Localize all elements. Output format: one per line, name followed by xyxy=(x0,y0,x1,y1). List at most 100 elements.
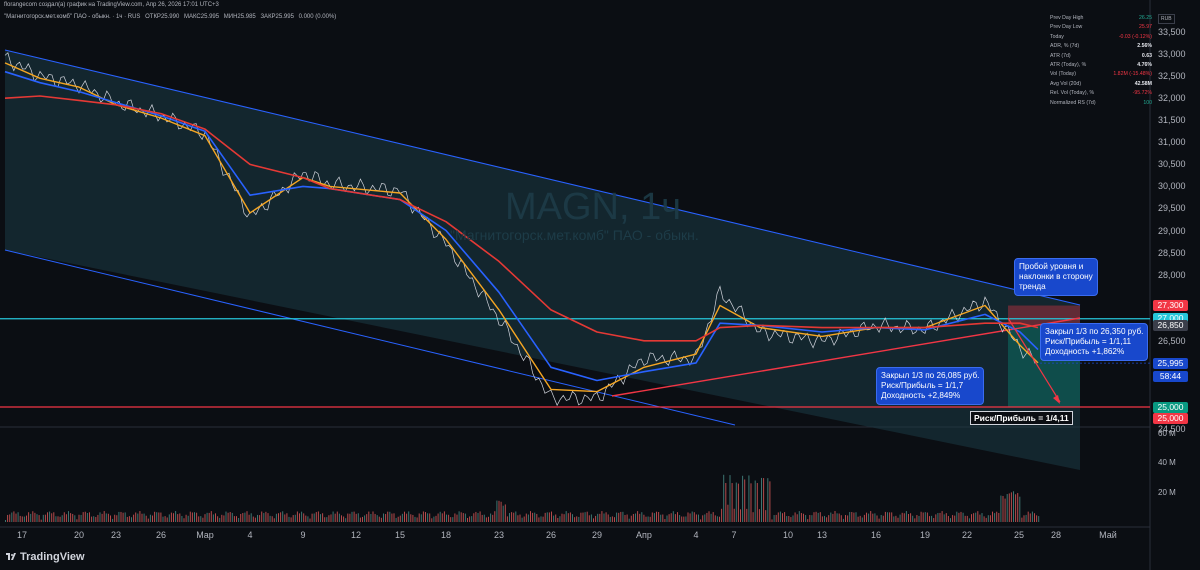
tradingview-logo-icon xyxy=(6,553,16,560)
volume-bar xyxy=(716,516,718,522)
volume-bar xyxy=(748,475,750,522)
volume-bar xyxy=(572,514,573,522)
volume-bar xyxy=(290,517,292,522)
volume-bar xyxy=(456,514,458,522)
volume-bar xyxy=(315,512,317,522)
time-tick: 10 xyxy=(782,530,794,540)
volume-bar xyxy=(65,514,67,522)
volume-bar xyxy=(481,514,483,522)
volume-bar xyxy=(979,514,981,522)
volume-bar xyxy=(250,513,252,522)
volume-bar xyxy=(914,518,916,522)
volume-bar xyxy=(208,512,210,522)
volume-bar xyxy=(267,513,269,522)
volume-bar xyxy=(828,515,830,522)
volume-bar xyxy=(200,516,202,522)
volume-bar xyxy=(412,514,414,522)
volume-bar xyxy=(185,514,187,522)
volume-bar xyxy=(706,512,708,522)
volume-bar xyxy=(42,514,44,522)
price-tick: 29,500 xyxy=(1158,203,1186,214)
volume-bar xyxy=(924,512,926,522)
volume-bar xyxy=(897,517,899,522)
volume-bar xyxy=(479,511,481,522)
volume-bar xyxy=(859,515,861,522)
volume-bar xyxy=(504,504,506,522)
volume-bar xyxy=(372,511,374,522)
volume-bar xyxy=(410,514,412,522)
volume-bar xyxy=(840,515,842,522)
volume-bar xyxy=(383,513,384,522)
volume-bar xyxy=(1029,513,1031,522)
volume-bar xyxy=(173,513,174,522)
volume-bar xyxy=(303,513,305,522)
volume-bar xyxy=(952,515,954,522)
volume-bar xyxy=(246,511,248,522)
volume-bar xyxy=(664,519,666,522)
volume-bar xyxy=(624,515,626,522)
stats-row: Rel. Vol (Today), % -95.72% xyxy=(1050,89,1152,98)
volume-bar xyxy=(723,474,725,522)
volume-bar xyxy=(362,516,363,522)
volume-bar xyxy=(338,513,340,522)
volume-bar xyxy=(206,512,208,522)
volume-bar xyxy=(204,514,206,522)
volume-bar xyxy=(515,511,517,522)
volume-bar xyxy=(166,517,168,522)
volume-bar xyxy=(80,514,82,522)
volume-bar xyxy=(645,516,647,522)
volume-bar xyxy=(872,513,874,522)
risk-reward-label[interactable]: Риск/Прибыль = 1/4,11 xyxy=(970,411,1073,425)
volume-bar xyxy=(5,520,6,522)
volume-bar xyxy=(349,513,351,522)
volume-bar xyxy=(773,515,775,522)
time-tick: 16 xyxy=(870,530,882,540)
annotation-close-2[interactable]: Закрыл 1/3 по 26,350 руб. Риск/Прибыль =… xyxy=(1040,323,1149,361)
annotation-close-1[interactable]: Закрыл 1/3 по 26,085 руб. Риск/Прибыль =… xyxy=(876,367,985,405)
volume-bar xyxy=(236,516,237,522)
volume-bar xyxy=(618,512,620,522)
volume-bar xyxy=(471,516,473,522)
volume-bar xyxy=(586,511,588,522)
volume-bar xyxy=(693,512,695,522)
volume-bar xyxy=(91,516,93,522)
volume-bar xyxy=(910,513,912,522)
volume-bar xyxy=(973,513,975,522)
stats-value: 0.63 xyxy=(1141,52,1152,59)
volume-bar xyxy=(1031,511,1033,522)
stats-label: Prev Day High xyxy=(1050,15,1084,21)
volume-bar xyxy=(752,512,754,522)
volume-bar xyxy=(803,513,804,522)
time-tick: 26 xyxy=(545,530,557,540)
annotation-breakout[interactable]: Пробой уровня и наклонки в сторону тренд… xyxy=(1014,258,1098,296)
stats-table: Prev Day High 26.25 Prev Day Low 25.97 Today… xyxy=(1050,14,1152,108)
volume-bar xyxy=(177,514,179,522)
volume-bar xyxy=(847,515,849,522)
volume-bar xyxy=(666,515,668,522)
price-tick: 31,000 xyxy=(1158,137,1186,148)
volume-bar xyxy=(439,511,441,522)
stats-value: 42.58M xyxy=(1134,80,1152,87)
volume-bar xyxy=(996,511,998,522)
volume-bar xyxy=(103,511,105,522)
volume-bar xyxy=(851,512,853,522)
volume-bar xyxy=(599,513,601,522)
volume-bar xyxy=(895,515,897,522)
volume-bar xyxy=(215,513,216,522)
stats-label: Today xyxy=(1050,33,1064,40)
volume-bar xyxy=(76,519,78,522)
volume-bar xyxy=(887,512,888,522)
volume-bar xyxy=(364,515,366,522)
volume-bar xyxy=(805,515,807,522)
volume-bar xyxy=(475,511,477,522)
volume-bar xyxy=(824,515,825,522)
volume-bar xyxy=(742,475,744,522)
volume-bar xyxy=(389,511,391,522)
volume-bar xyxy=(712,512,714,522)
volume-bar xyxy=(950,518,951,522)
tradingview-brand[interactable]: TradingView xyxy=(20,551,85,563)
volume-bar xyxy=(853,512,855,522)
volume-bar xyxy=(101,513,103,522)
volume-bar xyxy=(590,514,592,522)
currency-button[interactable]: RUB xyxy=(1158,14,1175,24)
